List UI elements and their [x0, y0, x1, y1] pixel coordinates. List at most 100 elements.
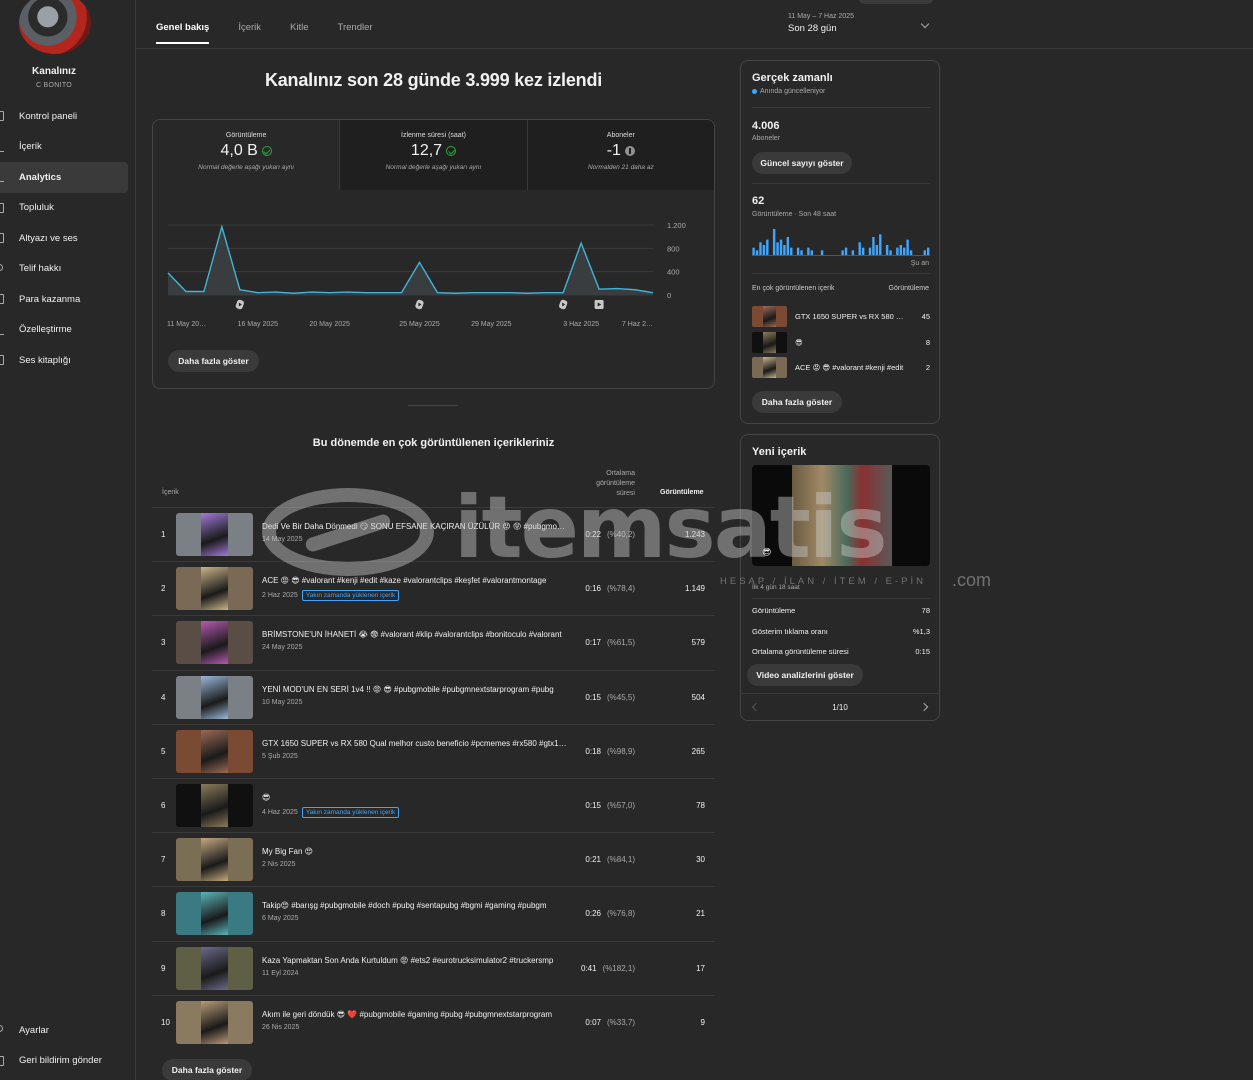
table-row[interactable]: 6 😎 4 Haz 2025 Yakın zamanda yüklenen içeri… — [152, 778, 715, 832]
views-line-chart[interactable]: 1.200 800 400 0 11 May 20… 16 May 2025 20 May … — [153, 120, 715, 389]
video-title[interactable]: YENİ MOD'UN EN SERİ 1v4 !! 😡 😎 #pubgmobi… — [262, 685, 567, 694]
sidebar-item-5[interactable]: Telif hakkı — [0, 254, 128, 285]
avg-duration-percent: (%57,0) — [606, 801, 635, 810]
realtime-bar — [889, 250, 892, 255]
video-marker-icon[interactable] — [594, 300, 604, 309]
tab-3[interactable]: Trendler — [338, 22, 373, 44]
avg-duration-percent: (%98,9) — [606, 746, 635, 756]
realtime-bar-chart[interactable] — [752, 226, 930, 256]
avg-view-duration: 0:18 (%98,9) — [585, 747, 635, 756]
table-row[interactable]: 1 Dedi Ve Bir Daha Dönmedi 😏 SONU EFSANE … — [152, 507, 715, 561]
sidebar-item-4[interactable]: Altyazı ve ses — [0, 223, 128, 254]
chevron-left-icon[interactable] — [751, 702, 761, 712]
avg-duration-value: 0:26 — [585, 909, 601, 919]
subtitles-icon — [0, 233, 4, 243]
view-count: 17 — [696, 963, 705, 973]
top-content-label: En çok görüntülenen içerik — [752, 285, 835, 292]
table-row[interactable]: 4 YENİ MOD'UN EN SERİ 1v4 !! 😡 😎 #pubgmob… — [152, 669, 715, 724]
new-content-thumbnail[interactable]: 😎 — [752, 465, 930, 566]
shorts-marker-icon[interactable] — [558, 299, 568, 310]
sidebar-item-0[interactable]: Kontrol paneli — [0, 101, 128, 132]
table-row[interactable]: 9 Kaza Yapmaktan Son Anda Kurtuldum 😡 #et… — [152, 940, 715, 995]
table-row[interactable]: 2 ACE 😡 😎 #valorant #kenji #edit #kaze #v… — [152, 561, 715, 615]
chevron-right-icon[interactable] — [919, 702, 929, 712]
video-thumbnail[interactable] — [176, 513, 253, 556]
row-index: 3 — [161, 638, 166, 648]
video-title[interactable]: My Big Fan 😍 — [262, 847, 567, 856]
video-thumbnail[interactable] — [176, 946, 253, 990]
table-row[interactable]: 5 GTX 1650 SUPER vs RX 580 Qual melhor cu… — [152, 723, 715, 778]
video-thumbnail[interactable] — [176, 1000, 253, 1044]
video-title[interactable]: ACE 😡 😎 #valorant #kenji #edit #kaze #va… — [262, 576, 567, 585]
video-date: 26 Nis 2025 — [262, 1023, 300, 1031]
video-thumbnail[interactable] — [176, 838, 253, 882]
video-title[interactable]: Akım ile geri döndük 😎 ❤️ #pubgmobile #g… — [262, 1010, 567, 1019]
channel-avatar[interactable] — [19, 0, 91, 54]
top-content-item[interactable]: GTX 1650 SUPER vs RX 580 Qual melhor 45 — [752, 306, 930, 328]
sidebar-item-2[interactable]: Analytics — [0, 162, 128, 193]
sidebar-bottom-item-0[interactable]: Ayarlar — [0, 1015, 128, 1046]
video-title[interactable]: 😎 — [262, 793, 567, 802]
tab-1[interactable]: İçerik — [238, 22, 261, 44]
realtime-bar — [776, 242, 779, 255]
header-pill-button[interactable] — [858, 0, 934, 4]
video-title[interactable]: Takip😍 #barışg #pubgmobile #doch #pubg #… — [262, 901, 567, 910]
sidebar-item-7[interactable]: Özelleştirme — [0, 315, 128, 346]
shorts-marker-icon[interactable] — [235, 299, 245, 310]
sidebar-bottom-item-1[interactable]: Geri bildirim gönder — [0, 1046, 128, 1077]
date-range-picker[interactable]: 11 May – 7 Haz 2025 Son 28 gün — [788, 13, 938, 41]
row-index: 6 — [161, 801, 166, 810]
video-thumbnail[interactable] — [176, 621, 253, 665]
video-thumbnail[interactable] — [176, 675, 253, 719]
sidebar-item-1[interactable]: İçerik — [0, 132, 128, 163]
video-date-row: 11 Eyl 2024 — [262, 970, 298, 977]
table-show-more-button[interactable]: Daha fazla göster — [162, 1059, 252, 1080]
video-date-row: 2 Nis 2025 — [262, 861, 295, 868]
realtime-bar — [879, 234, 882, 255]
top-content-item[interactable]: ACE 😡 😎 #valorant #kenji #edit 2 — [752, 357, 930, 379]
top-content-name: 😎 — [795, 337, 803, 347]
video-title[interactable]: GTX 1650 SUPER vs RX 580 Qual melhor cus… — [262, 739, 567, 748]
sidebar-item-8[interactable]: Ses kitaplığı — [0, 345, 128, 376]
settings-icon — [0, 1025, 3, 1032]
top-content-thumbnail — [752, 331, 787, 353]
table-row[interactable]: 7 My Big Fan 😍 2 Nis 2025 0:21 (%84,1) 30 — [152, 832, 715, 886]
video-date-row: 2 Haz 2025 Yakın zamanda yüklenen içerik — [262, 590, 400, 602]
video-thumbnail[interactable] — [176, 892, 253, 936]
table-row[interactable]: 8 Takip😍 #barışg #pubgmobile #doch #pubg … — [152, 886, 715, 940]
video-title[interactable]: Kaza Yapmaktan Son Anda Kurtuldum 😡 #ets… — [262, 956, 567, 965]
video-thumbnail[interactable] — [176, 729, 253, 773]
tab-0[interactable]: Genel bakış — [156, 22, 210, 44]
sidebar-item-label: Kontrol paneli — [19, 110, 78, 122]
top-content-name: GTX 1650 SUPER vs RX 580 Qual melhor — [795, 312, 907, 321]
video-analytics-button[interactable]: Video analizlerini göster — [747, 664, 863, 686]
sidebar-item-label: Topluluk — [19, 202, 54, 214]
video-thumbnail[interactable] — [176, 784, 253, 827]
top-content-item[interactable]: 😎 8 — [752, 331, 930, 354]
table-row[interactable]: 10 Akım ile geri döndük 😎 ❤️ #pubgmobile … — [152, 994, 715, 1049]
video-date-row: 24 May 2025 — [262, 644, 302, 651]
table-row[interactable]: 3 BRİMSTONE'UN İHANETİ 😭 😨 #valorant #kli… — [152, 615, 715, 669]
realtime-views-count: 62 — [752, 195, 765, 207]
realtime-bar — [800, 250, 803, 255]
show-more-button[interactable]: Daha fazla göster — [168, 350, 259, 372]
video-title[interactable]: BRİMSTONE'UN İHANETİ 😭 😨 #valorant #klip… — [262, 630, 567, 639]
sidebar-item-6[interactable]: Para kazanma — [0, 284, 128, 315]
show-live-count-button[interactable]: Güncel sayıyı göster — [752, 152, 852, 174]
video-title[interactable]: Dedi Ve Bir Daha Dönmedi 😏 SONU EFSANE K… — [262, 522, 567, 531]
tab-2[interactable]: Kitle — [290, 22, 308, 44]
section-divider — [408, 405, 458, 406]
stat-label: Ortalama görüntüleme süresi — [752, 647, 849, 656]
realtime-show-more-button[interactable]: Daha fazla göster — [752, 391, 842, 413]
new-content-stat: Gösterim tıklama oranı %1,3 — [752, 627, 930, 636]
stat-value: 78 — [921, 606, 930, 615]
shorts-marker-icon[interactable] — [415, 299, 425, 310]
view-count: 579 — [691, 638, 705, 648]
thumbnail-image — [201, 946, 228, 990]
video-thumbnail[interactable] — [176, 567, 253, 611]
col-header-avg-duration[interactable]: Ortalama görüntüleme süresi — [585, 469, 635, 499]
realtime-bar — [820, 250, 824, 255]
thumbnail-image — [201, 892, 228, 936]
sidebar-item-3[interactable]: Topluluk — [0, 193, 128, 224]
col-header-views[interactable]: Görüntüleme — [660, 489, 704, 496]
